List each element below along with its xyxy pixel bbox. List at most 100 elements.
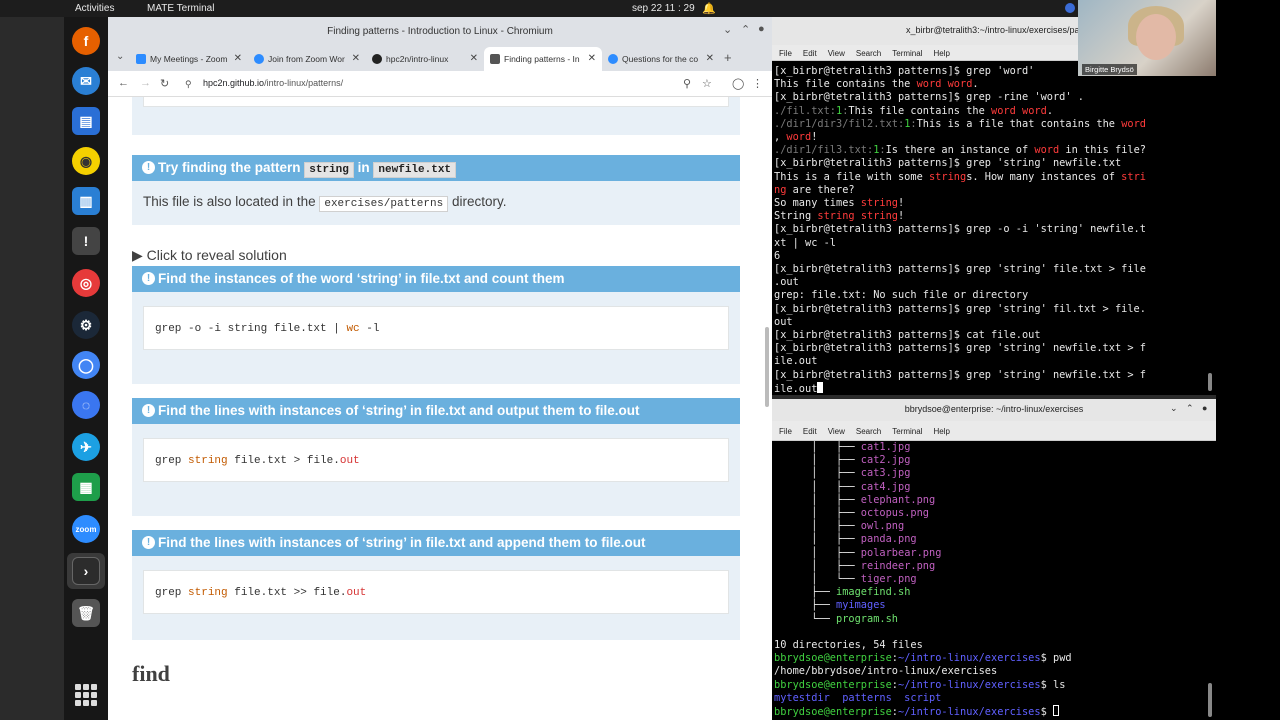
menu-help[interactable]: Help (933, 427, 949, 436)
bookmark-star-icon[interactable]: ☆ (702, 77, 712, 90)
menu-search[interactable]: Search (856, 49, 881, 58)
tab-search-icon[interactable]: ⌄ (116, 51, 124, 62)
browser-window: Finding patterns - Introduction to Linux… (108, 17, 772, 720)
participant-face (1136, 14, 1176, 60)
participant-name: Birgitte Brydsö (1082, 64, 1137, 75)
flightgear-icon[interactable]: ✈ (72, 433, 100, 461)
steam-icon[interactable]: ⚙ (72, 311, 100, 339)
app-menu[interactable]: MATE Terminal (147, 3, 214, 14)
profile-icon[interactable]: ◯ (732, 77, 744, 90)
github-favicon-icon (372, 54, 382, 64)
tab-close-icon[interactable]: ✕ (588, 53, 596, 64)
clock[interactable]: sep 22 11 : 29 (632, 3, 695, 14)
page-content: ! Try finding the pattern string in newf… (108, 97, 772, 720)
tab-close-icon[interactable]: ✕ (706, 53, 714, 64)
menu-terminal[interactable]: Terminal (892, 49, 922, 58)
rhythmbox-icon[interactable]: ◉ (72, 147, 100, 175)
solution-count-title: ! Find the instances of the word ‘string… (132, 266, 740, 292)
url-field[interactable]: hpc2n.github.io/intro-linux/patterns/ (203, 78, 343, 88)
tab-github[interactable]: hpc2n/intro-linux ✕ (366, 47, 484, 71)
writer-icon[interactable]: ▤ (72, 107, 100, 135)
document-icon[interactable]: ▥ (72, 187, 100, 215)
menu-view[interactable]: View (828, 49, 845, 58)
exercise-body: This file is also located in the exercis… (143, 194, 507, 212)
site-info-icon[interactable]: ⚲ (185, 79, 192, 90)
terminal-enterprise-menu: File Edit View Search Terminal Help (772, 421, 1216, 441)
signal-icon[interactable]: ◌ (72, 391, 100, 419)
solution-output-admonition: ! Find the lines with instances of ‘stri… (132, 398, 740, 516)
previous-admonition (132, 97, 740, 135)
reload-icon[interactable]: ↻ (160, 77, 169, 90)
menu-help[interactable]: Help (933, 49, 949, 58)
new-tab-icon[interactable]: + (724, 50, 732, 65)
firefox-icon[interactable]: f (72, 27, 100, 55)
minimize-icon[interactable]: ⌄ (723, 23, 732, 36)
tab-close-icon[interactable]: ✕ (234, 53, 242, 64)
tab-join-zoom[interactable]: Join from Zoom Wor ✕ (248, 47, 366, 71)
terminal-enterprise-output[interactable]: │ ├── cat1.jpg │ ├── cat2.jpg │ ├── cat3… (772, 441, 1216, 720)
terminal-icon[interactable]: › (72, 557, 100, 585)
zoom-icon[interactable]: zoom (72, 515, 100, 543)
thunderbird-icon[interactable]: ✉ (72, 67, 100, 95)
terminal-enterprise-scrollbar[interactable] (1208, 683, 1212, 717)
triangle-right-icon: ▶ (132, 247, 143, 263)
close-icon[interactable]: ● (1202, 403, 1207, 413)
help-icon[interactable]: ◎ (72, 269, 100, 297)
zoom-favicon-icon (136, 54, 146, 64)
right-black-strip (1216, 0, 1280, 720)
solution-count-admonition: ! Find the instances of the word ‘string… (132, 266, 740, 384)
terminal-tetralith-output[interactable]: [x_birbr@tetralith3 patterns]$ grep 'wor… (772, 61, 1216, 395)
activities-button[interactable]: Activities (75, 3, 114, 14)
exclamation-icon: ! (142, 536, 155, 549)
menu-edit[interactable]: Edit (803, 427, 817, 436)
terminal-tetralith-scrollbar[interactable] (1208, 373, 1212, 391)
exclamation-icon: ! (142, 272, 155, 285)
exclamation-icon: ! (142, 161, 155, 174)
address-bar: ← → ↻ ⚲ hpc2n.github.io/intro-linux/patt… (108, 71, 772, 97)
previous-codebox (143, 97, 729, 107)
tab-close-icon[interactable]: ✕ (352, 53, 360, 64)
maximize-icon[interactable]: ⌃ (1186, 403, 1194, 414)
zoom-lens-icon[interactable]: ⚲ (683, 77, 691, 90)
section-heading-find: find (132, 661, 170, 686)
tab-close-icon[interactable]: ✕ (470, 53, 478, 64)
dock: f ✉ ▤ ◉ ▥ ! ◎ ⚙ ◯ ◌ ✈ ▦ zoom › 🗑 (64, 17, 108, 720)
close-icon[interactable]: ● (758, 23, 765, 35)
bell-icon[interactable]: 🔔 (702, 2, 716, 15)
reveal-solution-toggle[interactable]: ▶ Click to reveal solution (132, 247, 287, 264)
page-scrollbar[interactable] (765, 327, 769, 407)
back-icon[interactable]: ← (118, 77, 129, 89)
tab-questions[interactable]: Questions for the co ✕ (602, 47, 720, 71)
menu-kebab-icon[interactable]: ⋮ (752, 77, 763, 90)
docs-favicon-icon (490, 54, 500, 64)
code-count[interactable]: grep -o -i string file.txt | wc -l (143, 306, 729, 350)
chromium-icon[interactable]: ◯ (72, 351, 100, 379)
browser-title: Finding patterns - Introduction to Linux… (327, 26, 553, 37)
zoom-tray-icon[interactable] (1065, 3, 1075, 13)
menu-search[interactable]: Search (856, 427, 881, 436)
code-output[interactable]: grep string file.txt > file.out (143, 438, 729, 482)
webcam-video: Birgitte Brydsö (1078, 0, 1216, 76)
app-info-icon[interactable]: ! (72, 227, 100, 255)
maximize-icon[interactable]: ⌃ (741, 23, 750, 36)
tab-my-meetings[interactable]: My Meetings - Zoom ✕ (130, 47, 248, 71)
zoom-favicon-icon (608, 54, 618, 64)
terminal-enterprise: bbrydsoe@enterprise: ~/intro-linux/exerc… (772, 399, 1216, 720)
code-append[interactable]: grep string file.txt >> file.out (143, 570, 729, 614)
minimize-icon[interactable]: ⌄ (1170, 403, 1178, 414)
app-grid-icon[interactable] (75, 684, 97, 706)
forward-icon[interactable]: → (140, 77, 151, 89)
exclamation-icon: ! (142, 404, 155, 417)
zoom-favicon-icon (254, 54, 264, 64)
tab-finding-patterns[interactable]: Finding patterns - In ✕ (484, 47, 602, 71)
menu-view[interactable]: View (828, 427, 845, 436)
trash-icon[interactable]: 🗑 (72, 599, 100, 627)
menu-file[interactable]: File (779, 427, 792, 436)
spreadsheet-icon[interactable]: ▦ (72, 473, 100, 501)
menu-file[interactable]: File (779, 49, 792, 58)
browser-titlebar: Finding patterns - Introduction to Linux… (108, 17, 772, 45)
exercise-title: ! Try finding the pattern string in newf… (132, 155, 740, 181)
menu-edit[interactable]: Edit (803, 49, 817, 58)
solution-append-title: ! Find the lines with instances of ‘stri… (132, 530, 740, 556)
menu-terminal[interactable]: Terminal (892, 427, 922, 436)
